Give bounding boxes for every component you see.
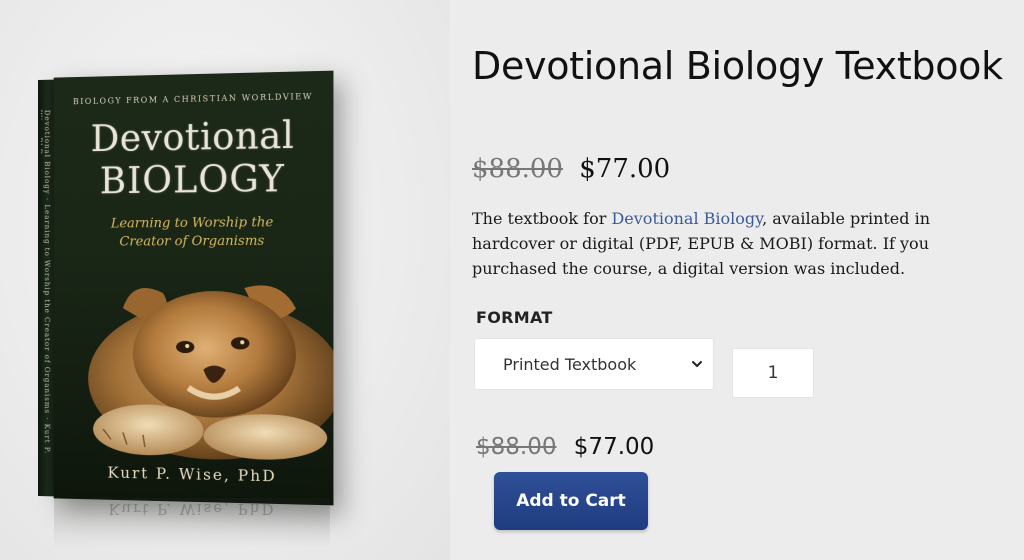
description-text-start: The textbook for xyxy=(472,209,612,228)
cart-price: $88.00 $77.00 xyxy=(476,434,654,460)
quantity-input[interactable] xyxy=(732,348,814,398)
book: Devotional Biology · Learning to Worship… xyxy=(38,70,334,506)
devotional-biology-link[interactable]: Devotional Biology xyxy=(611,209,762,228)
format-select[interactable]: Printed Textbook xyxy=(474,338,714,390)
lion-cub-illustration xyxy=(88,285,334,463)
cover-author: Kurt P. Wise, PhD xyxy=(107,463,277,486)
book-cover-image: Devotional Biology · Learning to Worship… xyxy=(38,70,334,506)
cover-subtitle-line1: Learning to Worship the xyxy=(110,215,274,232)
add-to-cart-button[interactable]: Add to Cart xyxy=(494,472,648,530)
product-image-panel: Devotional Biology · Learning to Worship… xyxy=(0,0,450,560)
cover-subtitle-line2: Creator of Organisms xyxy=(119,233,265,250)
book-spine: Devotional Biology · Learning to Worship… xyxy=(38,79,54,497)
cover-top-line: BIOLOGY FROM A CHRISTIAN WORLDVIEW xyxy=(72,91,313,107)
format-label: FORMAT xyxy=(476,308,553,327)
product-title: Devotional Biology Textbook xyxy=(472,44,1003,88)
cover-subtitle: Learning to Worship the Creator of Organ… xyxy=(54,213,334,251)
original-price: $88.00 xyxy=(472,154,563,184)
cover-title-line2: BIOLOGY xyxy=(99,158,285,203)
cart-original-price: $88.00 xyxy=(476,434,557,460)
book-front-cover: BIOLOGY FROM A CHRISTIAN WORLDVIEW Devot… xyxy=(53,70,334,506)
spine-text: Devotional Biology · Learning to Worship… xyxy=(41,109,51,455)
product-description: The textbook for Devotional Biology, ava… xyxy=(472,206,992,281)
cart-sale-price: $77.00 xyxy=(573,434,655,460)
reflection-author: Kurt P. Wise, PhD xyxy=(108,500,276,518)
product-price: $88.00 $77.00 xyxy=(472,154,670,184)
chevron-down-icon xyxy=(692,361,702,367)
book-reflection: Kurt P. Wise, PhD xyxy=(54,498,330,548)
format-selected-value: Printed Textbook xyxy=(503,354,637,374)
cover-title-line1: Devotional xyxy=(90,114,295,161)
sale-price: $77.00 xyxy=(579,154,671,184)
